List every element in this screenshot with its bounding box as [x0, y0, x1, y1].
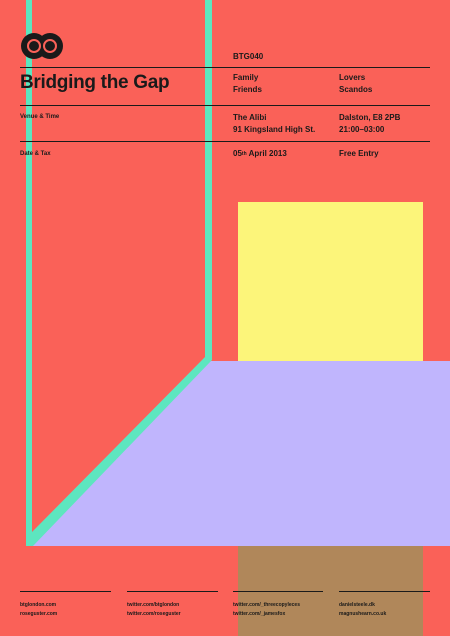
footer-link[interactable]: twitter.com/btglondon: [127, 601, 181, 610]
audience-column-2: Lovers Scandos: [339, 72, 372, 96]
date-label: Date & Tax: [20, 151, 51, 157]
footer-rule: [339, 591, 430, 592]
footer-link[interactable]: twitter.com/_jamesfox: [233, 610, 300, 619]
footer-rule: [233, 591, 323, 592]
audience-item: Friends: [233, 85, 262, 94]
footer-column-2: twitter.com/btglondon twitter.com/rosegu…: [127, 601, 181, 619]
venue-label: Venue & Time: [20, 114, 60, 120]
venue-name: The Alibi: [233, 113, 267, 122]
date-suffix: th: [241, 151, 247, 157]
footer-rule: [127, 591, 218, 592]
venue-address: 91 Kingsland High St.: [233, 125, 316, 134]
footer-link[interactable]: twitter.com/_threecopyleces: [233, 601, 300, 610]
divider: [20, 141, 430, 142]
entry-fee: Free Entry: [339, 149, 379, 158]
footer-link[interactable]: magnushearn.co.uk: [339, 610, 386, 619]
audience-item: Lovers: [339, 73, 366, 82]
footer-column-1: btglondon.com roseguster.com: [20, 601, 57, 619]
audience-item: Scandos: [339, 85, 373, 94]
divider: [20, 67, 430, 68]
footer-link[interactable]: btglondon.com: [20, 601, 57, 610]
venue-area-time: Dalston, E8 2PB 21:00–03:00: [339, 112, 400, 136]
date-rest: April 2013: [248, 149, 287, 158]
footer-link[interactable]: twitter.com/roseguster: [127, 610, 181, 619]
brand-logo: [21, 33, 63, 59]
event-date: 05th April 2013: [233, 148, 287, 160]
event-code: BTG040: [233, 52, 264, 61]
venue-area: Dalston, E8 2PB: [339, 113, 401, 122]
event-title: Bridging the Gap: [20, 72, 170, 93]
audience-column-1: Family Friends: [233, 72, 262, 96]
audience-item: Family: [233, 73, 259, 82]
poster-artwork: [26, 0, 450, 636]
footer-link[interactable]: danielsteele.dk: [339, 601, 386, 610]
footer-link[interactable]: roseguster.com: [20, 610, 57, 619]
footer-column-3: twitter.com/_threecopyleces twitter.com/…: [233, 601, 300, 619]
event-time: 21:00–03:00: [339, 125, 385, 134]
yellow-square: [238, 202, 423, 364]
lavender-plane: [27, 361, 450, 546]
venue-info: The Alibi 91 Kingsland High St.: [233, 112, 315, 136]
date-day: 05: [233, 149, 242, 158]
footer-column-4: danielsteele.dk magnushearn.co.uk: [339, 601, 386, 619]
footer-rule: [20, 591, 111, 592]
divider: [20, 105, 430, 106]
